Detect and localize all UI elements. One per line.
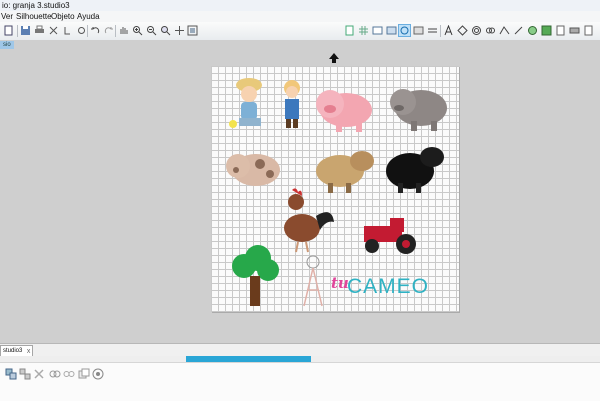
spotted-pig[interactable]: [222, 146, 282, 192]
trace-icon[interactable]: [498, 24, 511, 37]
zoom-select-icon[interactable]: [159, 24, 172, 37]
feed-direction-arrow-icon: [329, 53, 339, 63]
cut-settings-icon[interactable]: [385, 24, 398, 37]
fit-to-page-icon[interactable]: [186, 24, 199, 37]
registration-marks-icon[interactable]: [371, 24, 384, 37]
undo-icon[interactable]: [89, 24, 102, 37]
store-icon[interactable]: [526, 24, 539, 37]
bottom-toolbar: [0, 362, 600, 401]
toolbar-separator: [115, 25, 116, 37]
pan-hand-icon[interactable]: [117, 24, 130, 37]
line-color-icon[interactable]: [426, 24, 439, 37]
panel-icon[interactable]: [582, 24, 595, 37]
print-cut-icon[interactable]: [61, 24, 74, 37]
send-icon[interactable]: [568, 24, 581, 37]
windmill[interactable]: [298, 254, 328, 308]
window-title: io: granja 3.studio3: [2, 1, 70, 10]
toolbar-separator: [87, 25, 88, 37]
media-icon[interactable]: [554, 24, 567, 37]
green-tree[interactable]: [228, 244, 282, 308]
duplicate-icon[interactable]: [78, 368, 90, 380]
page-label: sio: [0, 41, 14, 49]
compound-path-icon[interactable]: [49, 368, 61, 380]
print-icon[interactable]: [33, 24, 46, 37]
group-icon[interactable]: [5, 368, 17, 380]
design-icon[interactable]: [398, 24, 411, 37]
offset-icon[interactable]: [470, 24, 483, 37]
pink-pig[interactable]: [312, 82, 376, 134]
new-page-icon[interactable]: [2, 24, 15, 37]
page-setup-icon[interactable]: [343, 24, 356, 37]
fill-color-icon[interactable]: [412, 24, 425, 37]
release-compound-icon[interactable]: [63, 368, 75, 380]
menu-bar: Ver Silhouette Objeto Ayuda: [0, 11, 600, 22]
ungroup-icon[interactable]: [19, 368, 31, 380]
toolbar-separator: [17, 25, 18, 37]
farmer-girl-with-chick[interactable]: [229, 76, 269, 132]
black-sheep[interactable]: [384, 141, 448, 195]
farmer-boy[interactable]: [278, 78, 306, 132]
toolbar-separator: [440, 25, 441, 37]
tab-document-label: studio3: [3, 348, 23, 354]
zoom-in-icon[interactable]: [131, 24, 144, 37]
gray-pig[interactable]: [385, 80, 449, 132]
menu-objeto[interactable]: Objeto: [51, 11, 75, 22]
menu-ver[interactable]: Ver: [1, 11, 13, 22]
logo-word-text: CAMEO: [347, 275, 430, 298]
library-icon[interactable]: [540, 24, 553, 37]
main-toolbar: [0, 22, 600, 41]
document-tab-bar: studio3 x: [0, 343, 600, 357]
delete-icon[interactable]: [33, 368, 45, 380]
cut-send-icon[interactable]: [47, 24, 60, 37]
text-icon[interactable]: [442, 24, 455, 37]
redo-icon[interactable]: [102, 24, 115, 37]
save-icon[interactable]: [19, 24, 32, 37]
red-tractor[interactable]: [360, 216, 422, 256]
rooster[interactable]: [276, 186, 336, 256]
grid-icon[interactable]: [357, 24, 370, 37]
target-icon[interactable]: [92, 368, 104, 380]
points-icon[interactable]: [456, 24, 469, 37]
replicate-icon[interactable]: [484, 24, 497, 37]
knife-icon[interactable]: [512, 24, 525, 37]
zoom-out-icon[interactable]: [145, 24, 158, 37]
pan-drag-icon[interactable]: [173, 24, 186, 37]
menu-silhouette[interactable]: Silhouette: [16, 11, 52, 22]
title-bar: io: granja 3.studio3: [0, 0, 600, 11]
menu-ayuda[interactable]: Ayuda: [77, 11, 100, 22]
